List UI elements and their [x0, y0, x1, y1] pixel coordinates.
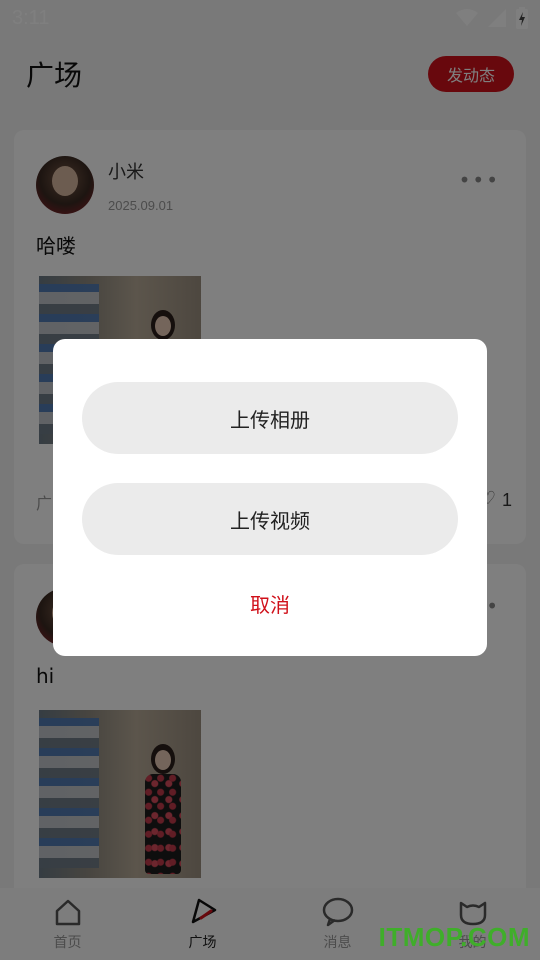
upload-dialog: 上传相册 上传视频 取消: [53, 339, 487, 656]
upload-album-button[interactable]: 上传相册: [82, 382, 458, 454]
watermark: ITMOP.COM: [378, 922, 530, 952]
upload-video-button[interactable]: 上传视频: [82, 483, 458, 555]
cancel-button[interactable]: 取消: [53, 589, 487, 618]
